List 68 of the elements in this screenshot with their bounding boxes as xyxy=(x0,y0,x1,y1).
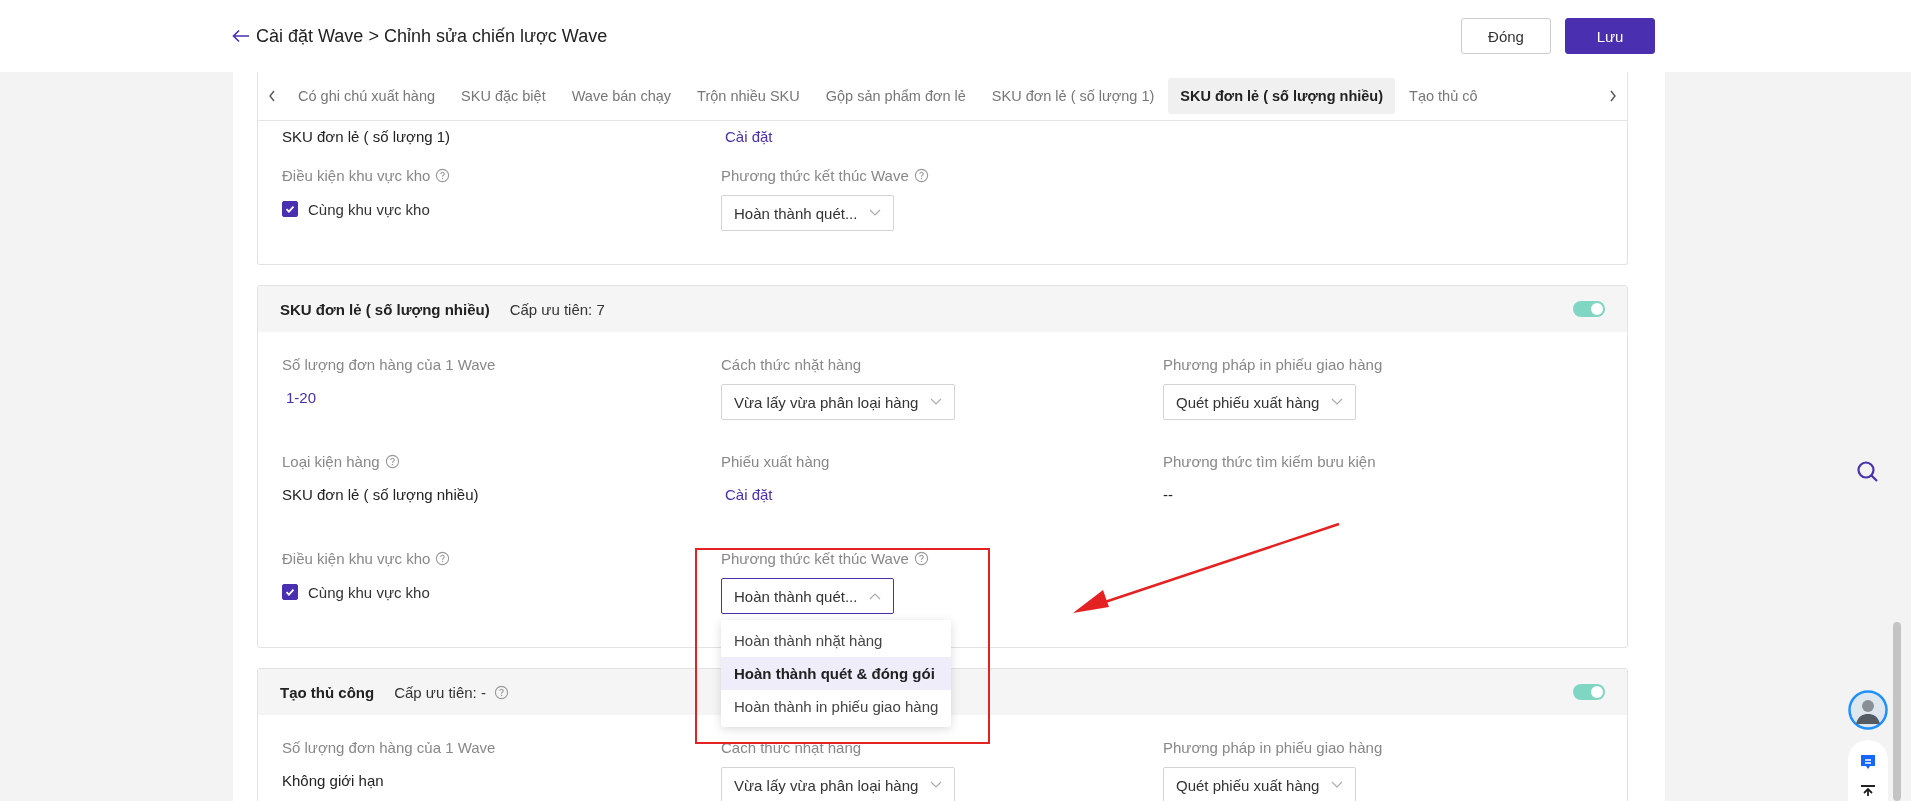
caret-icon xyxy=(1331,398,1344,406)
dropdown-select[interactable]: Quét phiếu xuất hàng xyxy=(1163,767,1357,801)
tab[interactable]: Wave bán chạy xyxy=(559,78,684,114)
help-icon[interactable] xyxy=(435,550,451,566)
caret-icon xyxy=(1331,781,1344,789)
back-to-top-icon[interactable] xyxy=(1858,784,1878,796)
search-icon[interactable] xyxy=(1856,460,1880,484)
help-icon[interactable] xyxy=(435,167,451,183)
field-label: Phương thức tìm kiếm bưu kiện xyxy=(1163,452,1376,470)
save-button[interactable]: Lưu xyxy=(1565,18,1655,54)
caret-icon xyxy=(930,781,943,789)
help-icon[interactable] xyxy=(384,453,400,469)
field-label: Điều kiện khu vực kho xyxy=(282,166,431,184)
dropdown-select[interactable]: Quét phiếu xuất hàng xyxy=(1163,384,1357,420)
tab[interactable]: Tạo thủ cô xyxy=(1397,78,1490,114)
toggle-switch[interactable] xyxy=(1573,301,1605,317)
tab[interactable]: Trộn nhiều SKU xyxy=(685,78,812,114)
caret-icon xyxy=(869,209,882,217)
scrollbar-thumb[interactable] xyxy=(1893,622,1901,801)
avatar[interactable] xyxy=(1848,690,1888,730)
field-label: Phương pháp in phiếu giao hàng xyxy=(1163,738,1383,756)
check-icon xyxy=(284,203,296,215)
caret-icon xyxy=(930,398,943,406)
tab[interactable]: SKU đơn lẻ ( số lượng 1) xyxy=(979,78,1167,114)
close-button[interactable]: Đóng xyxy=(1461,18,1551,54)
field-label: Phiếu xuất hàng xyxy=(721,452,830,470)
field-link[interactable]: Cài đặt xyxy=(721,123,773,151)
page-title: Cài đặt Wave > Chỉnh sửa chiến lược Wave xyxy=(256,25,608,47)
caret-icon xyxy=(869,592,882,600)
field-label: Loại kiện hàng xyxy=(282,452,380,470)
field-link[interactable]: Cài đặt xyxy=(721,481,773,509)
toggle-switch[interactable] xyxy=(1573,684,1605,700)
field-label: Phương pháp in phiếu giao hàng xyxy=(1163,355,1383,373)
field-value: Không giới hạn xyxy=(282,771,384,791)
dropdown-select[interactable]: Hoàn thành quét... xyxy=(721,578,895,614)
field-value: SKU đơn lẻ ( số lượng nhiều) xyxy=(282,485,479,505)
dropdown-select[interactable]: Vừa lấy vừa phân loại hàng xyxy=(721,767,956,801)
field-value: -- xyxy=(1163,485,1173,505)
field-label: Phương thức kết thúc Wave xyxy=(721,549,909,567)
field-link[interactable]: 1-20 xyxy=(282,384,317,412)
checkbox-label: Cùng khu vực kho xyxy=(308,583,430,601)
tab[interactable]: SKU đơn lẻ ( số lượng nhiều) xyxy=(1168,78,1396,114)
dropdown-option[interactable]: Hoàn thành in phiếu giao hàng xyxy=(721,690,952,723)
field-label: Số lượng đơn hàng của 1 Wave xyxy=(282,355,496,373)
tab[interactable]: Có ghi chú xuất hàng xyxy=(286,78,448,114)
field-label: Cách thức nhặt hàng xyxy=(721,355,862,373)
dropdown-option[interactable]: Hoàn thành quét & đóng gói xyxy=(721,657,952,690)
check-icon xyxy=(284,586,296,598)
field-label: Điều kiện khu vực kho xyxy=(282,549,431,567)
checkbox[interactable] xyxy=(282,584,298,600)
card-title: Tạo thủ công xyxy=(280,683,375,701)
tab[interactable]: Gộp sản phẩm đơn lẻ xyxy=(813,78,978,114)
checkbox-label: Cùng khu vực kho xyxy=(308,200,430,218)
field-label: Số lượng đơn hàng của 1 Wave xyxy=(282,738,496,756)
back-arrow-icon[interactable] xyxy=(232,29,250,43)
help-icon[interactable] xyxy=(913,167,929,183)
priority-label: Cấp ưu tiên: - xyxy=(394,683,486,701)
field-value: SKU đơn lẻ ( số lượng 1) xyxy=(282,127,451,147)
field-label: Phương thức kết thúc Wave xyxy=(721,166,909,184)
help-icon[interactable] xyxy=(493,684,509,700)
tab[interactable]: SKU đặc biệt xyxy=(449,78,558,114)
dropdown-select[interactable]: Vừa lấy vừa phân loại hàng xyxy=(721,384,956,420)
checkbox[interactable] xyxy=(282,201,298,217)
dropdown-select[interactable]: Hoàn thành quét... xyxy=(721,195,895,231)
dropdown-option[interactable]: Hoàn thành nhặt hàng xyxy=(721,624,952,657)
help-icon[interactable] xyxy=(913,550,929,566)
priority-label: Cấp ưu tiên: 7 xyxy=(509,300,605,318)
card-title: SKU đơn lẻ ( số lượng nhiều) xyxy=(280,300,490,318)
